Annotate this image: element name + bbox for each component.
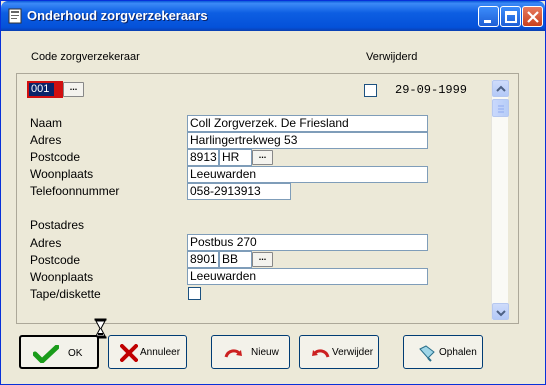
scroll-down-button[interactable] [492,303,509,320]
postadres-adres-label: Adres [30,236,62,250]
code-column-label: Code zorgverzekeraar [31,51,140,63]
code-lookup-button[interactable]: ... [63,82,84,97]
postadres-postcode-number-input[interactable]: 8901 [187,251,219,268]
code-value: 001 [31,83,50,95]
postcode-number-input[interactable]: 8913 [187,149,219,166]
checkmark-icon [33,345,59,363]
naam-input[interactable]: Coll Zorgverzek. De Friesland [187,115,428,132]
code-cursor-block [54,83,61,96]
title-bar[interactable]: Onderhoud zorgverzekeraars [1,1,545,31]
postadres-woonplaats-label: Woonplaats [30,270,94,284]
postcode-letters-input[interactable]: HR [219,149,252,166]
verwijder-button[interactable]: Verwijder [299,335,379,369]
verwijder-label: Verwijder [332,347,374,358]
scroll-thumb[interactable] [492,99,509,117]
ok-label: OK [68,348,83,359]
deleted-checkbox[interactable] [364,84,377,97]
cancel-x-icon [120,344,138,362]
postadres-section-label: Postadres [30,218,85,232]
code-field[interactable]: 001 [27,81,63,98]
grip-icon [498,105,504,113]
close-button[interactable] [522,6,543,27]
main-window: Onderhoud zorgverzekeraars Code zorgverz… [0,0,546,385]
window-title: Onderhoud zorgverzekeraars [27,8,208,23]
woonplaats-input[interactable]: Leeuwarden [187,166,428,183]
minimize-button[interactable] [478,6,499,27]
app-icon [8,8,22,24]
postcode-label: Postcode [30,150,81,164]
adres-label: Adres [30,133,62,147]
postadres-postcode-letters-input[interactable]: BB [219,251,252,268]
close-icon [527,11,539,23]
ophalen-button[interactable]: Ophalen [403,335,483,369]
naam-label: Naam [30,116,63,130]
deleted-date: 29-09-1999 [395,83,468,97]
adres-input[interactable]: Harlingertrekweg 53 [187,132,428,149]
new-arrow-icon [224,349,242,358]
delete-arrow-icon [312,349,330,358]
ophalen-label: Ophalen [439,347,477,358]
deleted-column-label: Verwijderd [366,51,418,63]
nieuw-button[interactable]: Nieuw [211,335,290,369]
annuleer-button[interactable]: Annuleer [108,335,187,369]
postadres-adres-input[interactable]: Postbus 270 [187,234,428,251]
tape-diskette-label: Tape/diskette [30,287,101,301]
fetch-icon [419,345,435,362]
postadres-woonplaats-input[interactable]: Leeuwarden [187,268,428,285]
postadres-postcode-label: Postcode [30,253,81,267]
minimize-icon [484,20,491,23]
telefoon-label: Telefoonnummer [30,184,120,198]
maximize-icon [505,11,517,23]
postadres-postcode-lookup-button[interactable]: ... [252,252,273,267]
vertical-scrollbar[interactable] [491,80,509,320]
woonplaats-label: Woonplaats [30,167,94,181]
tape-diskette-checkbox[interactable] [188,287,201,300]
annuleer-label: Annuleer [140,347,181,358]
chevron-down-icon [496,310,506,317]
postcode-lookup-button[interactable]: ... [252,150,273,165]
scroll-up-button[interactable] [492,80,509,97]
ok-button[interactable]: OK [19,335,99,369]
maximize-button[interactable] [500,6,521,27]
nieuw-label: Nieuw [251,347,279,358]
chevron-up-icon [496,85,506,92]
telefoon-input[interactable]: 058-2913913 [187,183,291,200]
